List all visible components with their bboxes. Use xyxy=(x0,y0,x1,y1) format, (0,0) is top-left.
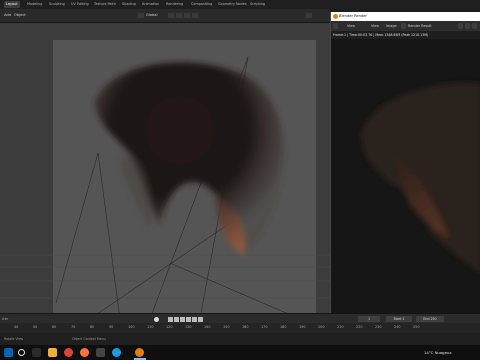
tick-label: 60 xyxy=(52,325,57,329)
current-frame-field[interactable]: 1 xyxy=(358,316,380,322)
tab-layout[interactable]: Layout xyxy=(4,1,20,8)
render-result-image[interactable] xyxy=(331,39,480,314)
falloff-icon[interactable] xyxy=(192,13,198,18)
viewport-scene xyxy=(0,56,330,319)
tick-label: 130 xyxy=(185,325,192,329)
task-view-icon[interactable] xyxy=(32,348,41,357)
snap-icon[interactable] xyxy=(176,13,182,18)
file-explorer-icon[interactable] xyxy=(48,348,57,357)
tick-label: 110 xyxy=(147,325,154,329)
pivot-icon[interactable] xyxy=(168,13,174,18)
status-left-hint: Rotate View xyxy=(4,337,24,341)
image-slot-icon[interactable] xyxy=(401,23,406,29)
render-window-menubar: View View Image Render Result xyxy=(331,21,480,31)
next-keyframe-icon[interactable] xyxy=(192,317,197,322)
copy-icon[interactable] xyxy=(465,23,470,29)
chrome-icon[interactable] xyxy=(64,348,73,357)
start-value: 1 xyxy=(402,317,405,321)
status-center-hint: Object Context Menu xyxy=(72,337,106,341)
3d-viewport[interactable] xyxy=(0,23,330,319)
tab-modeling[interactable]: Modeling xyxy=(25,1,44,8)
tick-label: 160 xyxy=(242,325,249,329)
tab-rendering[interactable]: Rendering xyxy=(164,1,185,8)
tab-uv-editing[interactable]: UV Editing xyxy=(69,1,91,8)
jump-end-icon[interactable] xyxy=(198,317,203,322)
tab-texture-paint[interactable]: Texture Paint xyxy=(92,1,118,8)
windows-start-icon[interactable] xyxy=(4,348,13,357)
floor-grid xyxy=(0,254,330,317)
tick-label: 140 xyxy=(204,325,211,329)
render-window-title: Blender Render xyxy=(339,14,367,19)
add-menu[interactable]: Add xyxy=(4,13,11,17)
tick-label: 40 xyxy=(14,325,19,329)
proportional-edit-icon[interactable] xyxy=(184,13,190,18)
play-icon[interactable] xyxy=(186,317,191,322)
windows-taskbar: 14°C Nuageux xyxy=(0,345,480,360)
tick-label: 50 xyxy=(33,325,38,329)
tick-label: 170 xyxy=(261,325,268,329)
tab-geometry-nodes[interactable]: Geometry Nodes xyxy=(216,1,249,8)
tick-label: 150 xyxy=(223,325,230,329)
tick-label: 70 xyxy=(71,325,76,329)
transform-orientation-select[interactable]: Global xyxy=(146,13,157,17)
tick-label: 120 xyxy=(166,325,173,329)
viewport-header: Add Object Global xyxy=(0,9,330,23)
pin-icon[interactable] xyxy=(458,23,463,29)
tick-label: 80 xyxy=(90,325,95,329)
end-label: End xyxy=(423,317,430,321)
play-reverse-icon[interactable] xyxy=(180,317,185,322)
weather-widget[interactable]: 14°C Nuageux xyxy=(424,350,452,355)
render-status: Frame:1 | Time:00:03.76 | Mem:1348.65M (… xyxy=(331,31,480,39)
tick-label: 230 xyxy=(375,325,382,329)
prev-keyframe-icon[interactable] xyxy=(174,317,179,322)
tick-label: 100 xyxy=(128,325,135,329)
render-window: Blender Render View View Image Render Re… xyxy=(330,12,480,314)
end-value: 250 xyxy=(430,317,437,321)
end-frame-field[interactable]: End 250 xyxy=(416,316,444,322)
status-bar: Rotate View Object Context Menu xyxy=(0,333,480,345)
render-window-titlebar[interactable]: Blender Render xyxy=(331,12,480,21)
options-icon[interactable] xyxy=(306,13,312,18)
tab-animation[interactable]: Animation xyxy=(140,1,161,8)
firefox-icon[interactable] xyxy=(80,348,89,357)
object-menu[interactable]: Object xyxy=(14,13,26,17)
view-menu-2[interactable]: View xyxy=(371,24,379,28)
tick-label: 180 xyxy=(280,325,287,329)
image-menu[interactable]: Image xyxy=(386,24,397,28)
tick-label: 220 xyxy=(356,325,363,329)
edge-icon[interactable] xyxy=(112,348,121,357)
tick-label: 200 xyxy=(318,325,325,329)
blender-logo-icon xyxy=(333,14,338,19)
tab-compositing[interactable]: Compositing xyxy=(189,1,214,8)
jump-start-icon[interactable] xyxy=(168,317,173,322)
timeline-ruler[interactable]: 40 50 60 70 80 90 100 110 120 130 140 15… xyxy=(0,323,480,333)
render-stats: Frame:1 | Time:00:03.76 | Mem:1348.65M (… xyxy=(333,33,429,37)
render-result-select[interactable]: Render Result xyxy=(408,24,432,28)
tick-label: 250 xyxy=(413,325,420,329)
tab-scripting[interactable]: Scripting xyxy=(248,1,267,8)
app-icon[interactable] xyxy=(96,348,105,357)
tab-shading[interactable]: Shading xyxy=(120,1,138,8)
start-frame-field[interactable]: Start 1 xyxy=(386,316,412,322)
view-menu[interactable]: View xyxy=(347,24,355,28)
orientation-icon[interactable] xyxy=(138,13,144,18)
tab-sculpting[interactable]: Sculpting xyxy=(47,1,67,8)
tick-label: 240 xyxy=(394,325,401,329)
hair-object xyxy=(95,62,284,255)
tick-label: 90 xyxy=(109,325,114,329)
timeline-label: rter xyxy=(2,317,9,321)
close-icon[interactable] xyxy=(472,23,477,29)
start-label: Start xyxy=(393,317,402,321)
tick-label: 190 xyxy=(299,325,306,329)
editor-type-icon[interactable] xyxy=(333,23,338,29)
search-icon[interactable] xyxy=(18,349,25,356)
blender-icon[interactable] xyxy=(135,348,144,357)
workspace-tabs-bar: Layout Modeling Sculpting UV Editing Tex… xyxy=(0,0,480,9)
rendered-hair xyxy=(361,83,480,274)
tick-label: 210 xyxy=(337,325,344,329)
timeline-header: rter 1 Start 1 End 250 xyxy=(0,313,480,323)
record-icon[interactable] xyxy=(154,317,159,322)
